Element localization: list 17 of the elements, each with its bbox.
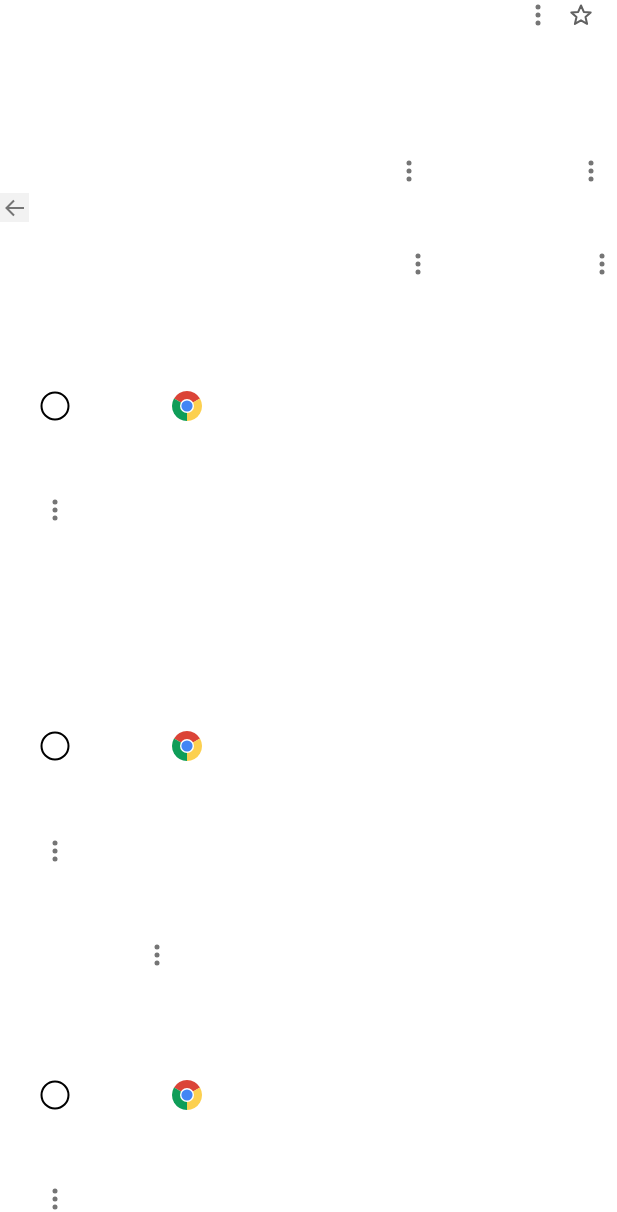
browser-logo-icon xyxy=(172,1080,202,1110)
browser-logo-icon xyxy=(172,391,202,421)
back-button[interactable] xyxy=(0,193,29,222)
circle-icon xyxy=(40,391,70,421)
more-options-icon[interactable] xyxy=(154,944,160,966)
more-options-icon[interactable] xyxy=(599,253,605,275)
more-options-icon[interactable] xyxy=(52,840,58,862)
browser-logo-icon xyxy=(172,731,202,761)
more-options-icon[interactable] xyxy=(406,160,412,182)
more-options-icon[interactable] xyxy=(415,253,421,275)
more-options-icon[interactable] xyxy=(535,4,541,26)
circle-icon xyxy=(40,731,70,761)
star-icon[interactable] xyxy=(569,3,593,27)
more-options-icon[interactable] xyxy=(588,160,594,182)
more-options-icon[interactable] xyxy=(52,1188,58,1210)
more-options-icon[interactable] xyxy=(52,499,58,521)
circle-icon xyxy=(40,1080,70,1110)
